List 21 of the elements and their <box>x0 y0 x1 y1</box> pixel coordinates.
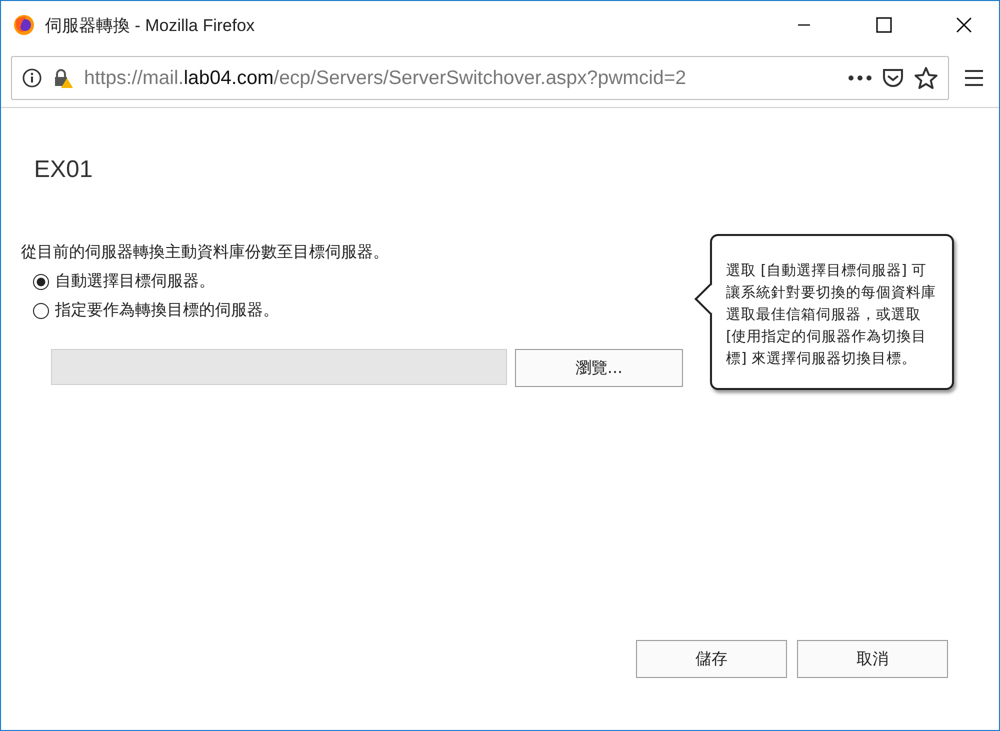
close-icon[interactable] <box>956 17 972 33</box>
lock-warning-icon[interactable] <box>52 67 74 89</box>
url-text: https://mail.lab04.com/ecp/Servers/ServerSwitchover.aspx?pwmcid=2 <box>84 66 688 90</box>
menu-icon[interactable] <box>964 69 984 87</box>
window-title: 伺服器轉換 - Mozilla Firefox <box>45 14 256 36</box>
star-icon[interactable] <box>914 66 938 90</box>
radio-button[interactable] <box>33 302 49 318</box>
option-label[interactable]: 自動選擇目標伺服器。 <box>55 271 215 292</box>
save-button[interactable]: 儲存 <box>636 640 787 678</box>
more-icon[interactable] <box>848 75 872 81</box>
description-text: 從目前的伺服器轉換主動資料庫份數至目標伺服器。 <box>21 242 390 263</box>
browse-button[interactable]: 瀏覽... <box>515 349 683 387</box>
radio-button[interactable] <box>33 274 49 290</box>
option-label[interactable]: 指定要作為轉換目標的伺服器。 <box>55 300 279 321</box>
page-heading: EX01 <box>34 156 94 184</box>
address-bar[interactable]: https://mail.lab04.com/ecp/Servers/ServerSwitchover.aspx?pwmcid=2 <box>11 56 949 100</box>
cancel-button[interactable]: 取消 <box>797 640 948 678</box>
browser-logo-icon <box>13 14 35 36</box>
pocket-icon[interactable] <box>882 67 904 89</box>
maximize-icon[interactable] <box>876 17 892 33</box>
info-icon[interactable] <box>22 68 42 88</box>
